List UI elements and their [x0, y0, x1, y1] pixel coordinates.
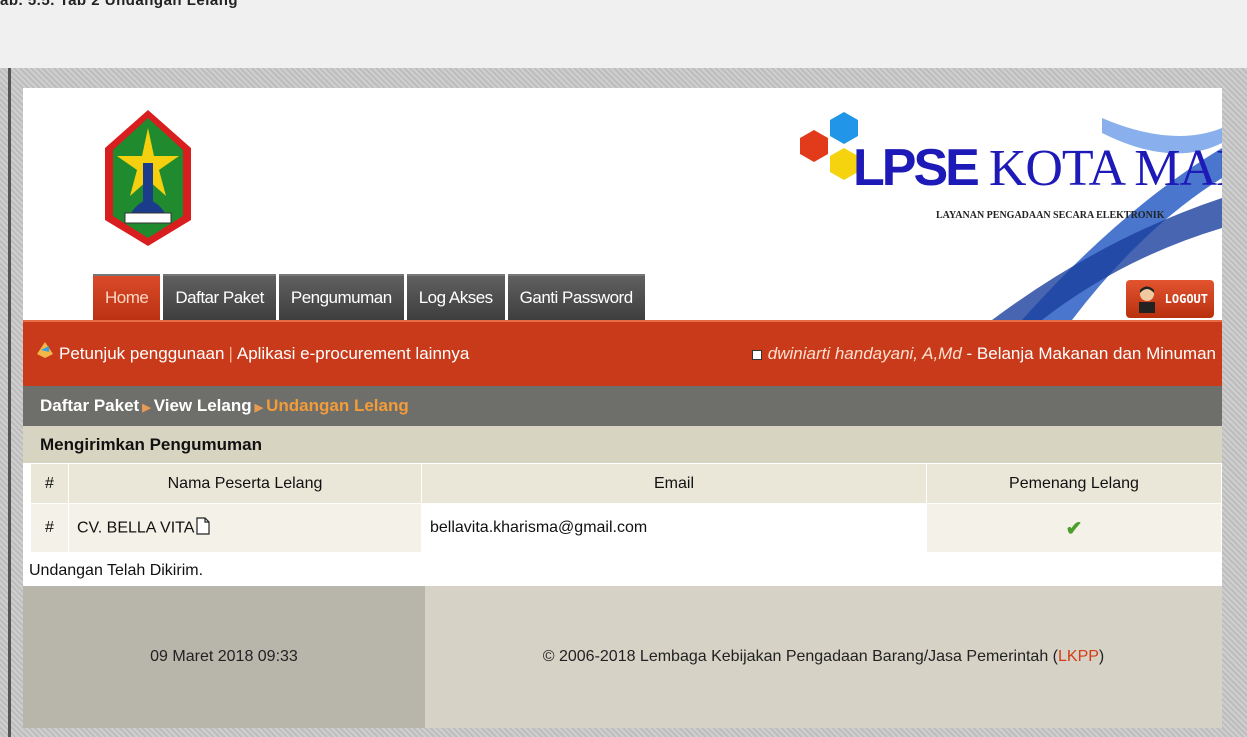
- copyright-close: ): [1098, 648, 1105, 665]
- user-info: dwiniarti handayani, A,Md - Belanja Maka…: [751, 322, 1216, 386]
- brand-strong: LPSE: [853, 139, 980, 197]
- document-icon[interactable]: [196, 516, 211, 540]
- user-avatar-icon: [1139, 286, 1155, 313]
- status-message: Undangan Telah Dikirim.: [23, 556, 1222, 586]
- city-crest-logo: [105, 110, 191, 246]
- breadcrumb-view-lelang[interactable]: View Lelang: [154, 396, 252, 415]
- tab-pengumuman[interactable]: Pengumuman: [278, 274, 404, 320]
- tab-home[interactable]: Home: [93, 274, 161, 320]
- help-links: Petunjuk penggunaan | Aplikasi e-procureme…: [35, 322, 469, 387]
- col-name: Nama Peserta Lelang: [68, 463, 422, 504]
- tab-ganti-password[interactable]: Ganti Password: [507, 274, 645, 320]
- copyright-text: © 2006-2018 Lembaga Kebijakan Pengadaan …: [542, 648, 1058, 665]
- user-role: - Belanja Makanan dan Minuman: [961, 344, 1216, 363]
- participant-cell: CV. BELLA VITA: [68, 503, 422, 553]
- breadcrumb-current: Undangan Lelang: [266, 396, 409, 415]
- lpse-brand-subtitle: LAYANAN PENGADAAN SECARA ELEKTRONIK: [936, 210, 1165, 221]
- col-email: Email: [421, 463, 927, 504]
- col-number: #: [30, 463, 69, 504]
- figure-caption: ab. 5.5. Tab 2 Undangan Lelang: [0, 0, 239, 9]
- participant-name: CV. BELLA VITA: [77, 519, 195, 537]
- window-left-edge: [8, 68, 11, 737]
- participants-table: # Nama Peserta Lelang Email Pemenang Lel…: [30, 463, 1222, 553]
- col-winner: Pemenang Lelang: [926, 463, 1222, 504]
- info-bar: Petunjuk penggunaan | Aplikasi e-procureme…: [23, 320, 1222, 388]
- other-apps-link[interactable]: Aplikasi e-procurement lainnya: [237, 344, 469, 363]
- footer-date: 09 Maret 2018 09:33: [23, 586, 425, 728]
- user-bullet-icon: [751, 349, 762, 360]
- check-icon: ✔: [1065, 517, 1083, 540]
- footer-copyright: © 2006-2018 Lembaga Kebijakan Pengadaan …: [425, 586, 1222, 728]
- table-row: # CV. BELLA VITA bellavita.kharisma@gmai…: [30, 503, 1222, 553]
- breadcrumb-arrow-icon: ▶: [254, 402, 264, 414]
- lpse-page: LPSE KOTA MALANG LAYANAN PENGADAAN SECAR…: [23, 88, 1222, 728]
- tab-daftar-paket[interactable]: Daftar Paket: [163, 274, 276, 320]
- breadcrumb-arrow-icon: ▶: [142, 402, 151, 414]
- lkpp-link[interactable]: LKPP: [1058, 648, 1099, 665]
- section-title: Mengirimkan Pengumuman: [23, 426, 1222, 463]
- tab-log-akses[interactable]: Log Akses: [406, 274, 505, 320]
- footer: 09 Maret 2018 09:33 © 2006-2018 Lembaga …: [23, 586, 1222, 728]
- participant-email: bellavita.kharisma@gmail.com: [421, 503, 927, 553]
- help-icon: [35, 323, 55, 387]
- winner-cell: ✔: [926, 503, 1222, 553]
- brand-rest: KOTA MALANG: [988, 140, 1222, 197]
- table-header-row: # Nama Peserta Lelang Email Pemenang Lel…: [30, 463, 1222, 504]
- breadcrumb: Daftar Paket ▶ View Lelang ▶ Undangan Lelang: [23, 386, 1222, 426]
- main-tabs: Home Daftar Paket Pengumuman Log Akses G…: [93, 274, 648, 320]
- header: LPSE KOTA MALANG LAYANAN PENGADAAN SECAR…: [23, 88, 1222, 320]
- user-name: dwiniarti handayani, A,Md: [767, 344, 962, 363]
- breadcrumb-daftar-paket[interactable]: Daftar Paket: [40, 396, 139, 415]
- help-link[interactable]: Petunjuk penggunaan: [59, 344, 224, 363]
- logout-button[interactable]: LOGOUT: [1126, 280, 1214, 318]
- logout-label: LOGOUT: [1164, 292, 1208, 306]
- lpse-brand-title: LPSE KOTA MALANG: [853, 138, 1222, 198]
- row-number: #: [30, 503, 69, 553]
- link-separator: |: [228, 344, 233, 363]
